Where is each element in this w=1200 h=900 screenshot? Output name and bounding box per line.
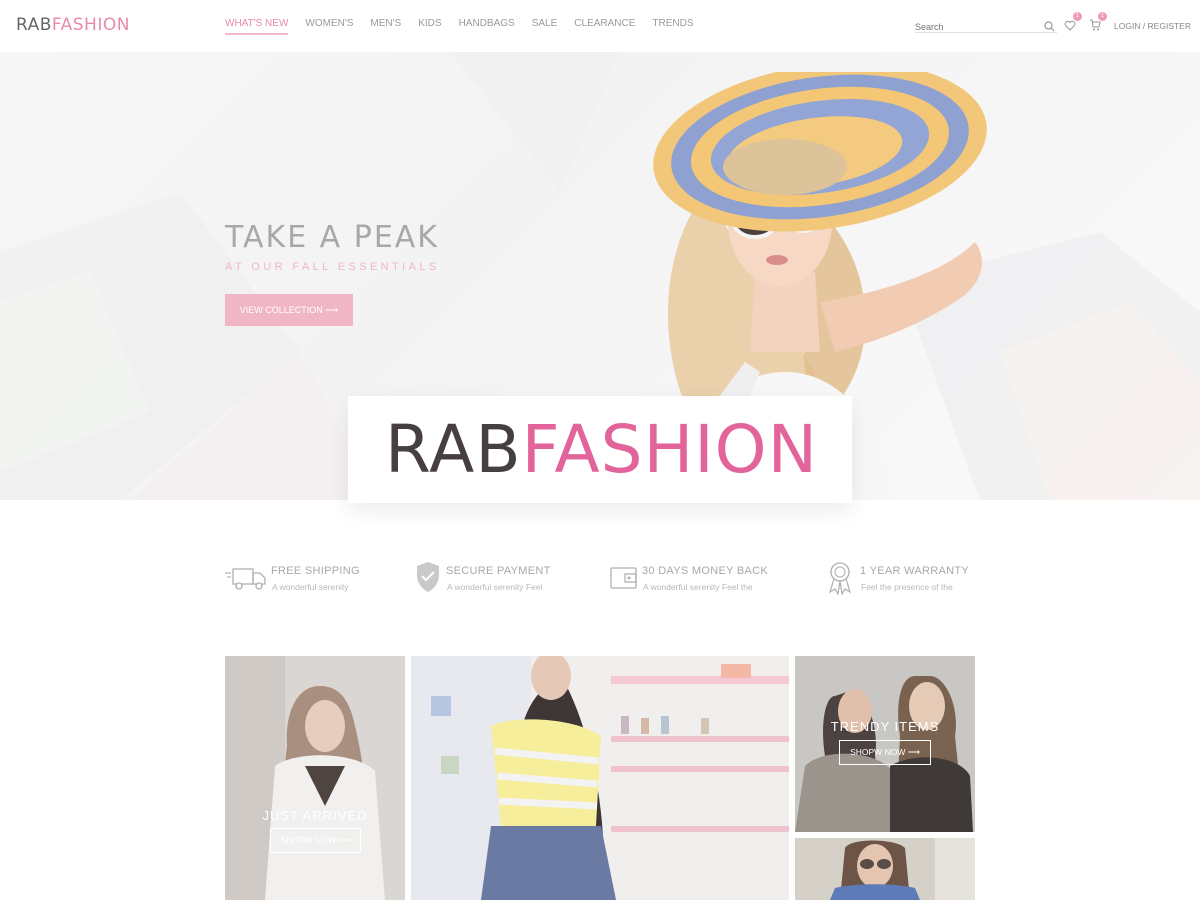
feature-subtitle: Feel the presence of the [861, 582, 953, 592]
trendy-items-caption: TRENDY ITEMS [830, 719, 940, 734]
logo-part-2: FASHION [51, 15, 130, 35]
truck-icon [225, 568, 266, 590]
brand-part-2: FASHION [521, 411, 818, 488]
feature-subtitle: A wonderful serenity [272, 582, 349, 592]
tile-featured[interactable] [411, 656, 789, 900]
extra-tile-image [795, 838, 975, 900]
feature-secure-payment: SECURE PAYMENT A wonderful serenity Feel [415, 560, 595, 600]
just-arrived-caption: JUST ARRIVED [262, 808, 368, 823]
hero-title: TAKE A PEAK [225, 220, 439, 255]
heart-icon [1064, 20, 1076, 31]
wallet-icon [610, 567, 637, 589]
logo-part-1: RAB [16, 15, 52, 35]
nav-kids[interactable]: KIDS [418, 18, 441, 35]
site-logo[interactable]: RABFASHION [16, 15, 130, 35]
shield-icon [417, 562, 439, 592]
feature-subtitle: A wonderful serenity Feel [447, 582, 543, 592]
cart-count-badge: 1 [1098, 12, 1107, 21]
feature-subtitle: A wonderful serenity Feel the [643, 582, 753, 592]
main-nav: WHAT'S NEW WOMEN'S MEN'S KIDS HANDBAGS S… [225, 18, 711, 35]
feature-title: 1 YEAR WARRANTY [860, 565, 970, 577]
cart-icon [1090, 19, 1101, 31]
cart-button[interactable]: 1 [1089, 12, 1107, 36]
nav-mens[interactable]: MEN'S [370, 18, 401, 35]
featured-model-image [411, 656, 789, 900]
brand-part-1: RAB [385, 411, 522, 488]
nav-womens[interactable]: WOMEN'S [305, 18, 353, 35]
tile-trendy-items[interactable]: TRENDY ITEMS SHOPW NOW ⟶ [795, 656, 975, 832]
search-icon[interactable] [1044, 19, 1055, 37]
feature-free-shipping: FREE SHIPPING A wonderful serenity [225, 560, 405, 600]
wishlist-count-badge: 1 [1073, 12, 1082, 21]
site-header: RABFASHION WHAT'S NEW WOMEN'S MEN'S KIDS… [0, 0, 1200, 52]
hero-subtitle: AT OUR FALL ESSENTIALS [225, 261, 440, 273]
tile-extra[interactable] [795, 838, 975, 900]
login-register-link[interactable]: LOGIN / REGISTER [1114, 21, 1191, 31]
nav-whats-new[interactable]: WHAT'S NEW [225, 18, 289, 35]
nav-clearance[interactable]: CLEARANCE [574, 18, 635, 35]
feature-money-back: 30 DAYS MONEY BACK A wonderful serenity … [610, 560, 790, 600]
award-icon [828, 562, 852, 595]
just-arrived-shop-button[interactable]: SHOPW NOW ⟶ [270, 828, 361, 853]
feature-title: FREE SHIPPING [271, 565, 360, 577]
view-collection-button[interactable]: VIEW COLLECTION ⟶ [225, 294, 353, 326]
nav-handbags[interactable]: HANDBAGS [459, 18, 515, 35]
feature-title: 30 DAYS MONEY BACK [642, 565, 769, 577]
brand-logo-box: RABFASHION [348, 396, 852, 503]
tile-just-arrived[interactable]: JUST ARRIVED SHOPW NOW ⟶ [225, 656, 405, 900]
just-arrived-image [225, 656, 405, 900]
features-row: FREE SHIPPING A wonderful serenity SECUR… [225, 560, 975, 600]
wishlist-button[interactable]: 1 [1064, 12, 1082, 36]
search-box [915, 17, 1057, 33]
search-input[interactable] [915, 22, 1035, 32]
feature-warranty: 1 YEAR WARRANTY Feel the presence of the [827, 560, 977, 600]
nav-sale[interactable]: SALE [532, 18, 558, 35]
brand-wordmark: RABFASHION [385, 410, 818, 490]
feature-title: SECURE PAYMENT [446, 565, 551, 577]
nav-trends[interactable]: TRENDS [652, 18, 693, 35]
trendy-items-shop-button[interactable]: SHOPW NOW ⟶ [839, 740, 931, 765]
